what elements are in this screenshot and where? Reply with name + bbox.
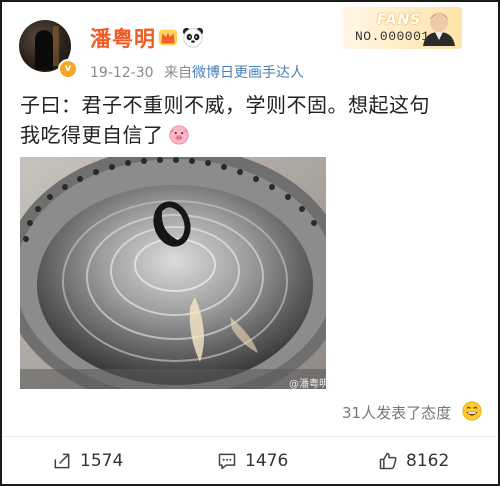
source-link[interactable]: 微博日更画手达人 — [192, 65, 304, 81]
avatar-light — [53, 26, 59, 66]
post-meta: 19-12-30 来自微博日更画手达人 — [90, 62, 304, 82]
like-button[interactable]: 8162 — [378, 449, 449, 473]
panda-icon — [182, 27, 204, 48]
fans-card-portrait — [423, 12, 455, 46]
post-text-line2: 我吃得更自信了 — [20, 123, 164, 147]
action-bar: 1574 1476 8162 — [2, 436, 498, 484]
verified-badge-icon: v — [58, 59, 78, 79]
post-text-line1: 子曰：君子不重则不威，学则不固。想起这句 — [20, 93, 430, 117]
repost-count: 1574 — [80, 451, 124, 471]
avatar-figure — [35, 30, 53, 70]
post-date: 19-12-30 — [90, 65, 154, 81]
username[interactable]: 潘粤明 — [90, 23, 156, 53]
reactions-summary[interactable]: 31人发表了态度 — [342, 402, 451, 423]
thumbs-up-icon — [379, 452, 397, 470]
comment-icon — [218, 453, 236, 470]
weibo-post-card: v 潘粤明 19-12-30 来自微博日更画手达人 FANS NO.000001… — [0, 0, 500, 486]
source-prefix: 来自 — [164, 65, 192, 81]
comment-count: 1476 — [245, 451, 289, 471]
pig-face-icon — [168, 125, 189, 145]
post-text: 子曰：君子不重则不威，学则不固。想起这句 我吃得更自信了 — [20, 90, 490, 150]
grinning-emoji-icon — [462, 401, 482, 421]
repost-button[interactable]: 1574 — [52, 449, 123, 473]
image-watermark: @潘粤明 — [289, 379, 329, 390]
share-arrow-icon — [54, 453, 70, 469]
like-count: 8162 — [406, 451, 450, 471]
crown-icon — [158, 29, 178, 46]
comment-button[interactable]: 1476 — [217, 449, 288, 473]
post-image[interactable] — [20, 157, 326, 389]
